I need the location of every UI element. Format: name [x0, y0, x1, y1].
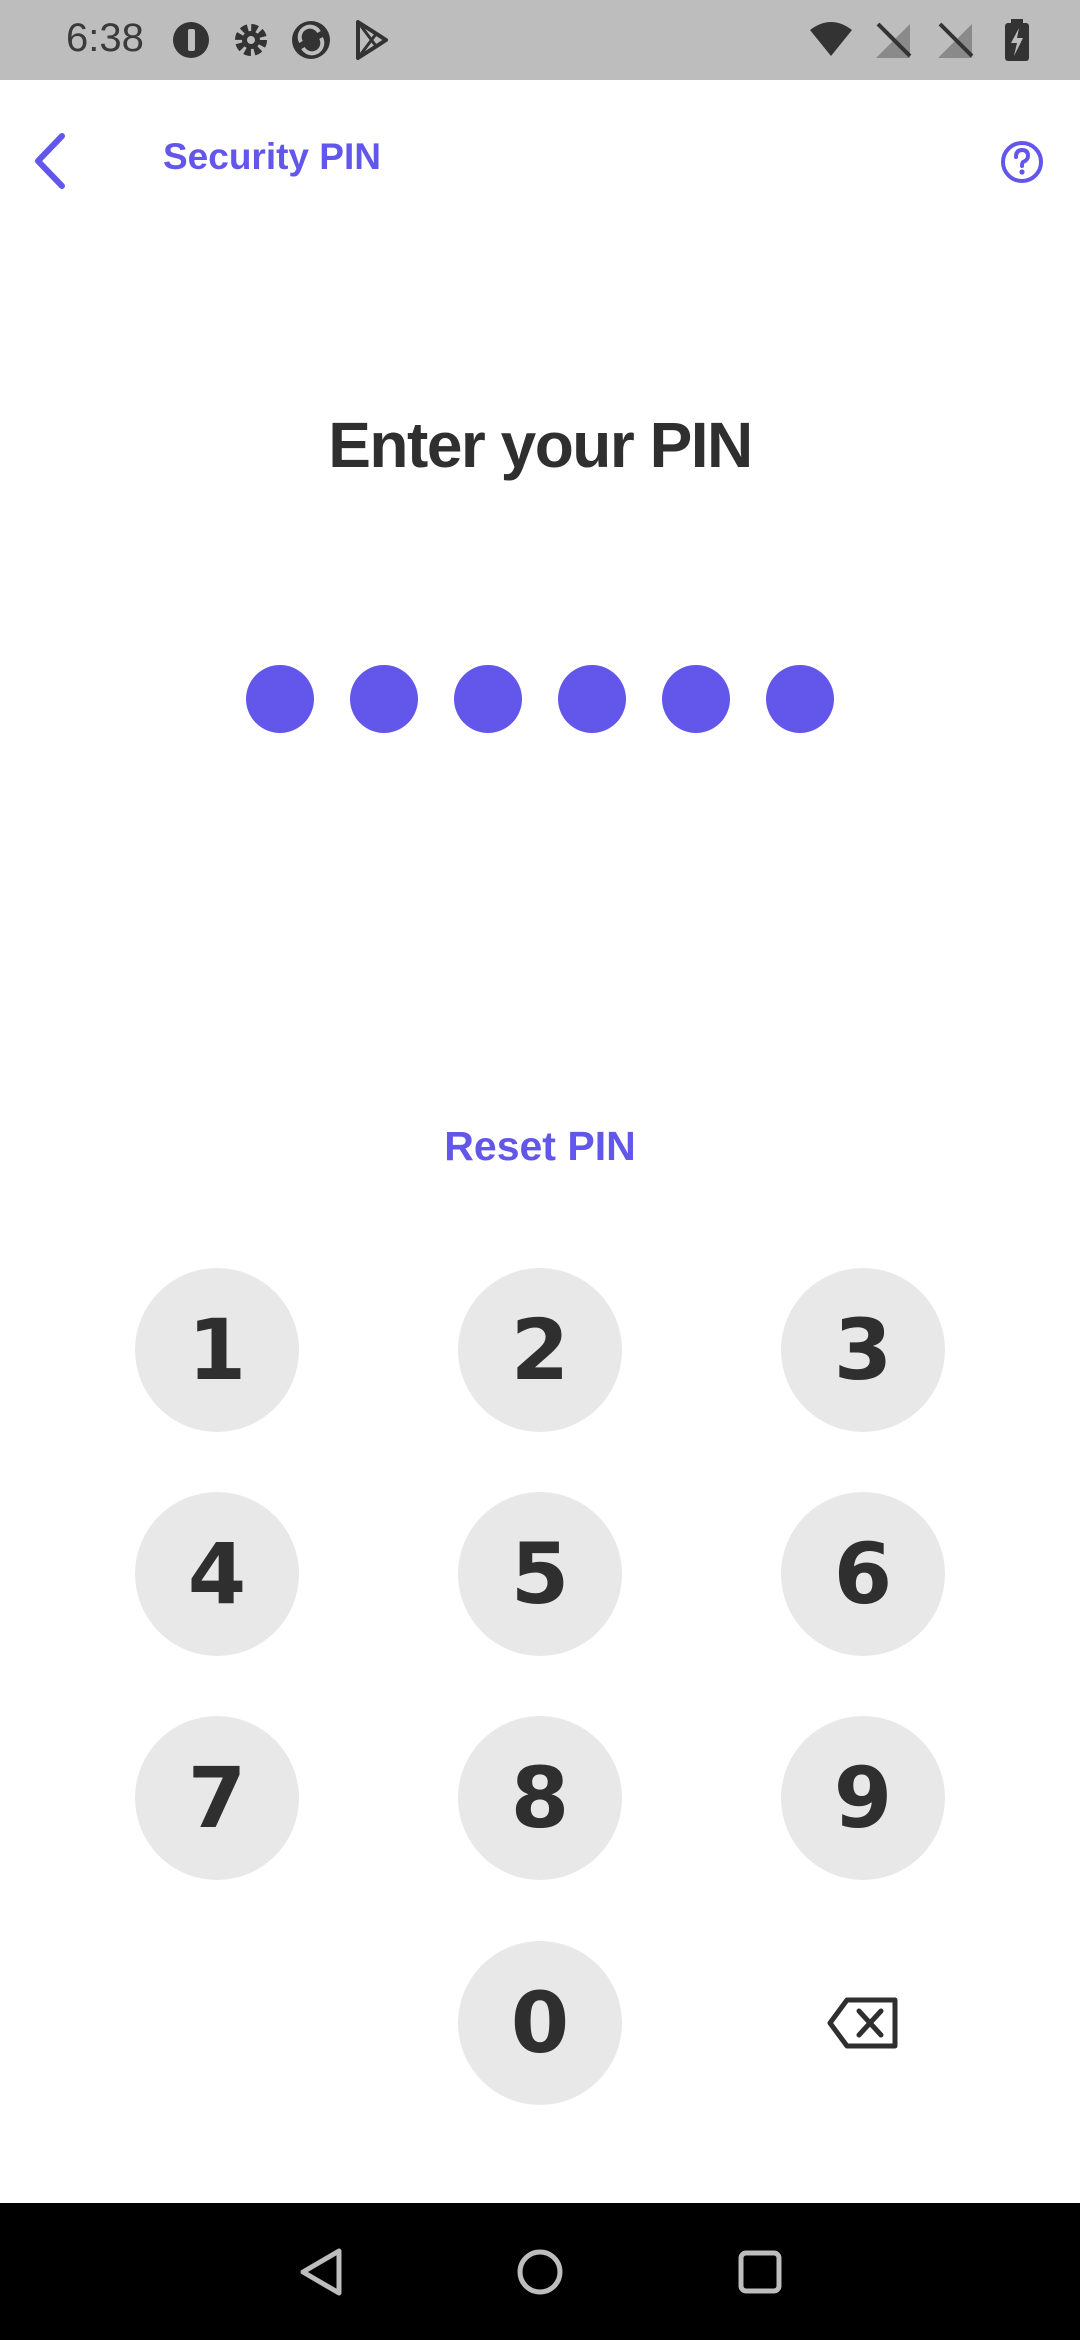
status-time: 6:38 — [66, 16, 144, 60]
system-status-icons — [808, 18, 1040, 62]
wifi-icon — [810, 22, 852, 56]
help-button[interactable] — [992, 132, 1052, 192]
app-bar: Security PIN — [0, 80, 1080, 240]
battery-charging-icon — [1005, 19, 1029, 61]
back-triangle-icon — [300, 2248, 342, 2296]
help-circle-icon — [1001, 141, 1043, 183]
pin-dot — [558, 665, 626, 733]
key-0[interactable]: 0 — [458, 1941, 622, 2105]
play-store-icon — [356, 20, 388, 60]
nav-back-button[interactable] — [293, 2243, 351, 2301]
settings-gear-icon — [235, 24, 267, 56]
recents-square-icon — [738, 2250, 782, 2294]
no-sim-icon — [938, 22, 974, 58]
pin-dot — [766, 665, 834, 733]
status-bar: 6:38 — [0, 0, 1080, 80]
key-8[interactable]: 8 — [458, 1716, 622, 1880]
home-circle-icon — [517, 2249, 563, 2295]
key-4[interactable]: 4 — [135, 1492, 299, 1656]
backspace-button[interactable] — [781, 1941, 945, 2105]
backspace-icon — [827, 1997, 898, 2049]
reset-pin-link[interactable]: Reset PIN — [0, 1123, 1080, 1170]
key-6[interactable]: 6 — [781, 1492, 945, 1656]
pin-dot — [350, 665, 418, 733]
key-1[interactable]: 1 — [135, 1268, 299, 1432]
pin-indicator — [246, 665, 834, 733]
nav-recents-button[interactable] — [731, 2243, 789, 2301]
key-3[interactable]: 3 — [781, 1268, 945, 1432]
notification-icons — [168, 18, 394, 62]
key-2[interactable]: 2 — [458, 1268, 622, 1432]
chevron-left-icon — [35, 133, 65, 189]
key-9[interactable]: 9 — [781, 1716, 945, 1880]
pin-heading: Enter your PIN — [328, 409, 753, 481]
key-5[interactable]: 5 — [458, 1492, 622, 1656]
key-7[interactable]: 7 — [135, 1716, 299, 1880]
pin-dot — [662, 665, 730, 733]
page-title: Security PIN — [163, 136, 381, 177]
pin-dot — [454, 665, 522, 733]
nav-home-button[interactable] — [511, 2243, 569, 2301]
back-button[interactable] — [18, 126, 88, 196]
pin-dot — [246, 665, 314, 733]
no-sim-icon — [876, 22, 912, 58]
security-pin-screen: 6:38 Security PIN Enter your PIN Reset P… — [0, 0, 1080, 2340]
sync-app-icon — [292, 21, 330, 59]
app-notification-icon — [173, 22, 209, 58]
system-nav-bar — [0, 2203, 1080, 2340]
